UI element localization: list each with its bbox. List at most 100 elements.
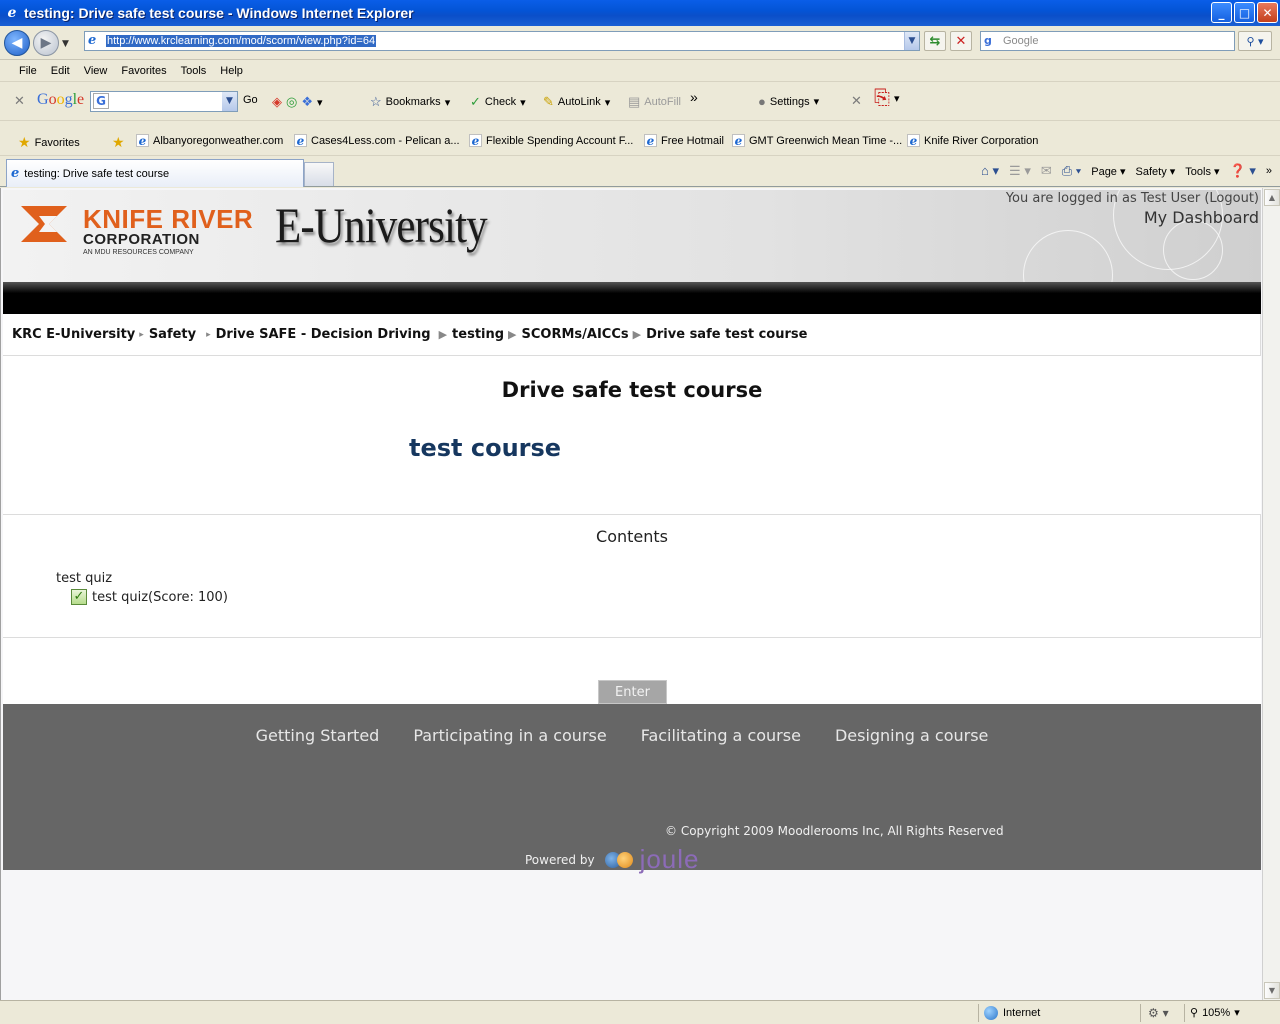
breadcrumb-section-link[interactable]: testing [452,327,504,342]
toolbar-overflow-button[interactable]: » [690,89,698,105]
close-button[interactable]: ✕ [1257,2,1278,23]
site-header: KNIFE RIVER CORPORATION AN MDU RESOURCES… [3,190,1261,282]
navigation-bar [3,282,1261,314]
command-bar-overflow[interactable]: » [1266,165,1272,177]
toolbar-tools-icons[interactable]: ◈ ◎ ❖ ▾ [272,94,323,110]
google-search-provider-icon: g [984,34,992,47]
read-mail-icon[interactable]: ✉ [1041,163,1052,179]
security-zone-label: Internet [1003,1007,1041,1019]
logo-tagline: AN MDU RESOURCES COMPANY [83,249,194,256]
zoom-dropdown-icon[interactable]: ▾ [1234,1006,1240,1019]
status-divider [978,1004,979,1022]
add-to-favorites-icon[interactable]: ★ [112,134,125,151]
bookmarks-button[interactable]: ☆ Bookmarks ▾ [370,94,450,110]
address-bar[interactable]: e http://www.krclearning.com/mod/scorm/v… [84,31,920,51]
autofill-button[interactable]: ▤ AutoFill [628,94,681,110]
decorative-circle [1023,230,1113,282]
footer-link-designing[interactable]: Designing a course [835,726,988,745]
vertical-scrollbar[interactable]: ▲ ▼ [1262,188,1280,1000]
spell-check-button[interactable]: ✓ Check ▾ [470,94,526,110]
favorite-link[interactable]: e Flexible Spending Account F... [469,134,633,147]
search-input[interactable]: Google [1003,35,1038,47]
footer-link-participating[interactable]: Participating in a course [413,726,606,745]
google-search-dropdown-icon[interactable]: ▼ [222,92,237,111]
favorite-link[interactable]: e GMT Greenwich Mean Time -... [732,134,902,147]
refresh-button[interactable]: ⇆ [924,31,946,51]
google-go-button[interactable]: Go [243,94,258,106]
new-tab-button[interactable] [304,162,334,186]
scroll-down-icon[interactable]: ▼ [1264,982,1280,999]
site-footer: Getting Started Participating in a cours… [3,704,1261,874]
status-divider [1140,1004,1141,1022]
breadcrumb-separator-icon: ▸ [206,329,211,340]
menu-file[interactable]: File [12,65,44,77]
address-dropdown-icon[interactable]: ▼ [904,32,919,50]
site-name: E-University [275,197,488,253]
zoom-icon: ⚲ [1190,1007,1199,1019]
close-pdf-toolbar-icon[interactable]: ✕ [851,94,862,109]
autolink-button[interactable]: ✎ AutoLink ▾ [543,94,610,110]
close-toolbar-icon[interactable]: ✕ [14,94,25,109]
breadcrumb-home-link[interactable]: KRC E-University [12,327,135,342]
joule-logo[interactable]: joule [604,844,700,875]
breadcrumb: KRC E-University ▸ Safety ▸ Drive SAFE -… [3,314,1261,356]
menu-view[interactable]: View [77,65,115,77]
safety-menu[interactable]: Safety ▾ [1136,165,1176,178]
enter-button[interactable]: Enter [598,680,667,704]
google-search-field[interactable]: G ▼ [90,91,238,112]
powered-by-label: Powered by [525,852,595,867]
my-dashboard-link[interactable]: My Dashboard [1006,208,1259,227]
menu-tools[interactable]: Tools [174,65,214,77]
window-title: testing: Drive safe test course - Window… [24,5,414,21]
tab-title: testing: Drive safe test course [24,167,170,180]
settings-button[interactable]: ● Settings ▾ [758,94,819,109]
breadcrumb-category-link[interactable]: Safety [149,327,196,342]
feeds-icon[interactable]: ☰ ▾ [1009,163,1031,179]
completed-check-icon: ✓ [71,589,87,605]
home-icon[interactable]: ⌂ ▾ [981,163,999,179]
breadcrumb-separator-icon: ▶ [632,328,642,341]
favorites-star-icon: ★ [18,134,31,150]
search-button[interactable]: ⚲ ▾ [1238,31,1272,51]
logo-subtitle: CORPORATION [83,231,200,248]
forward-button[interactable]: ▶ [33,30,59,56]
help-icon[interactable]: ❓ ▾ [1230,163,1256,179]
page-menu[interactable]: Page ▾ [1091,165,1125,178]
page-title: Drive safe test course [501,378,763,402]
favorite-link[interactable]: e Albanyoregonweather.com [136,134,283,147]
active-tab[interactable]: e testing: Drive safe test course [6,159,304,187]
minimize-button[interactable]: _ [1211,2,1232,23]
search-box[interactable]: g Google [980,31,1235,51]
tools-menu[interactable]: Tools ▾ [1185,165,1219,178]
address-input[interactable]: http://www.krclearning.com/mod/scorm/vie… [106,35,377,47]
favorite-link[interactable]: e Cases4Less.com - Pelican a... [294,134,460,147]
toc-item-label[interactable]: test quiz(Score: 100) [92,590,228,605]
protected-mode-icon[interactable]: ⚙ ▾ [1148,1006,1169,1020]
joule-wordmark: joule [639,844,700,874]
print-icon[interactable]: ⎙ ▾ [1062,163,1081,179]
back-button[interactable]: ◀ [4,30,30,56]
menu-edit[interactable]: Edit [44,65,77,77]
stop-button[interactable]: ✕ [950,31,972,51]
recent-pages-dropdown-icon[interactable]: ▼ [62,39,69,49]
favorite-link[interactable]: e Free Hotmail [644,134,724,147]
menu-favorites[interactable]: Favorites [114,65,173,77]
google-logo[interactable]: Google [37,91,84,109]
logged-in-text[interactable]: You are logged in as Test User (Logout) [1006,191,1259,206]
breadcrumb-separator-icon: ▶ [508,328,517,341]
status-divider [1184,1004,1185,1022]
favorite-link[interactable]: e Knife River Corporation [907,134,1038,147]
pdf-icon[interactable]: ⎘ ▾ [874,87,900,110]
scroll-up-icon[interactable]: ▲ [1264,189,1280,206]
footer-link-getting-started[interactable]: Getting Started [256,726,380,745]
breadcrumb-module-link[interactable]: SCORMs/AICCs [522,327,629,342]
page-viewport: KNIFE RIVER CORPORATION AN MDU RESOURCES… [0,188,1262,1000]
security-zone[interactable]: Internet [984,1006,1040,1020]
toc-item[interactable]: ✓ test quiz(Score: 100) [71,589,228,605]
footer-link-facilitating[interactable]: Facilitating a course [641,726,801,745]
menu-help[interactable]: Help [213,65,250,77]
zoom-control[interactable]: ⚲ 105% ▾ [1190,1006,1240,1020]
maximize-button[interactable]: □ [1234,2,1255,23]
favorites-button[interactable]: ★ Favorites [18,134,80,151]
breadcrumb-course-link[interactable]: Drive SAFE - Decision Driving [216,327,431,342]
